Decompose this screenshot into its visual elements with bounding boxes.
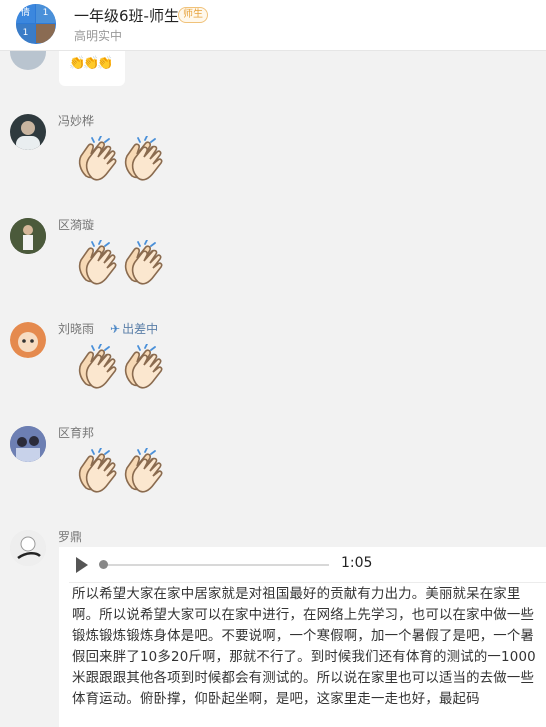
clap-icon bbox=[124, 344, 163, 389]
divider bbox=[69, 582, 546, 583]
avatar[interactable] bbox=[10, 426, 46, 462]
airplane-icon: ✈ bbox=[110, 322, 121, 336]
clap-icon bbox=[78, 240, 117, 285]
clap-emoji-group bbox=[72, 240, 172, 286]
play-icon[interactable] bbox=[76, 557, 88, 573]
sender-name: 区育邦 bbox=[58, 426, 95, 440]
clap-icon: 👏 bbox=[97, 56, 114, 71]
clap-icon bbox=[78, 448, 117, 493]
audio-progress-bar[interactable] bbox=[101, 564, 329, 566]
clap-icon bbox=[124, 448, 163, 493]
sender-name: 罗鼎 bbox=[58, 530, 83, 544]
avatar[interactable] bbox=[10, 218, 46, 254]
clap-icon bbox=[78, 344, 117, 389]
avatar[interactable] bbox=[10, 322, 46, 358]
clap-emoji-group bbox=[72, 136, 172, 182]
avatar[interactable] bbox=[10, 530, 46, 566]
sender-name: 区漪璇 bbox=[58, 218, 95, 232]
sender-name: 刘晓雨 bbox=[58, 322, 95, 336]
clap-icon bbox=[78, 136, 117, 181]
clap-emoji-group bbox=[72, 448, 172, 494]
voice-transcript: 所以希望大家在家中居家就是对祖国最好的贡献有力出力。美丽就呆在家里啊。所以说希望… bbox=[72, 587, 536, 707]
audio-duration: 1:05 bbox=[341, 555, 373, 571]
avatar[interactable] bbox=[10, 48, 46, 70]
status-label: 出差中 bbox=[122, 322, 159, 336]
role-badge: 师生 bbox=[178, 7, 208, 23]
voice-message: 1:05 所以希望大家在家中居家就是对祖国最好的贡献有力出力。美丽就呆在家里啊。… bbox=[59, 547, 546, 727]
clap-icon bbox=[124, 136, 163, 181]
group-subtitle: 高明实中 bbox=[74, 29, 123, 43]
group-title: 一年级6班-师生 bbox=[74, 7, 179, 25]
group-avatar-tile: 1 bbox=[36, 4, 55, 23]
avatar[interactable] bbox=[10, 114, 46, 150]
group-avatar-tile bbox=[36, 24, 55, 43]
chat-header: 倩 1 1 一年级6班-师生 师生 高明实中 bbox=[0, 0, 546, 51]
sender-name: 冯妙桦 bbox=[58, 114, 95, 128]
group-avatar[interactable]: 倩 1 1 bbox=[16, 4, 56, 44]
audio-progress-knob[interactable] bbox=[99, 560, 108, 569]
group-avatar-tile: 倩 bbox=[16, 4, 35, 23]
travel-status: ✈ 出差中 bbox=[110, 320, 158, 337]
clap-emoji-group bbox=[72, 344, 172, 390]
group-avatar-tile: 1 bbox=[16, 24, 35, 43]
clap-icon bbox=[124, 240, 163, 285]
message-bubble: 👏 👏 👏 bbox=[59, 50, 125, 86]
